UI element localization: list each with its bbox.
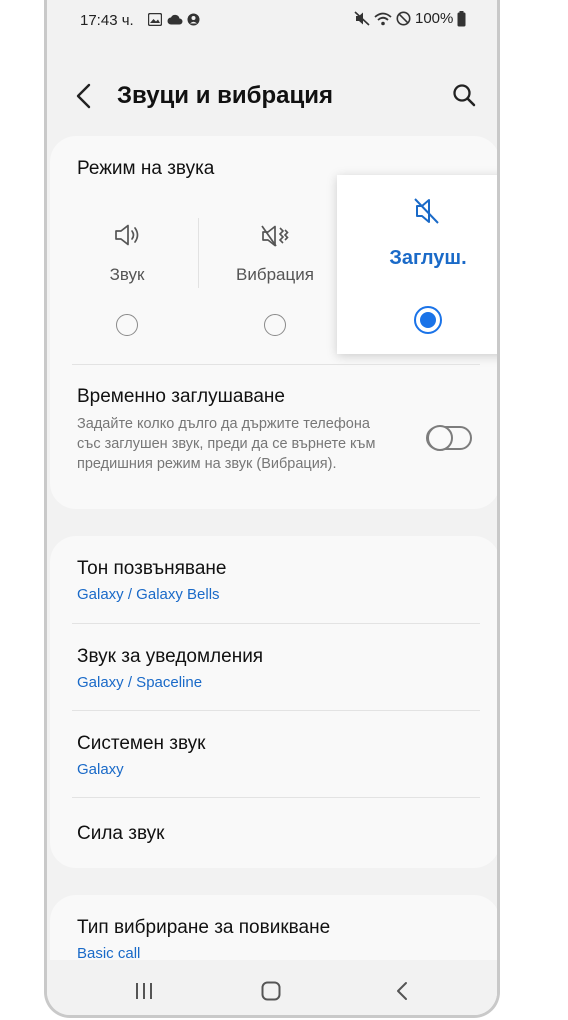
mode-vibrate-option[interactable]: Вибрация xyxy=(215,215,335,345)
recent-apps-icon[interactable] xyxy=(134,982,154,1000)
mute-status-icon xyxy=(354,11,370,26)
ringtone-subtitle: Galaxy / Galaxy Bells xyxy=(77,586,220,603)
battery-percent: 100% xyxy=(415,10,454,27)
temp-mute-title: Временно заглушаване xyxy=(77,386,285,407)
temp-mute-row[interactable]: Временно заглушаване Задайте колко дълго… xyxy=(50,370,497,500)
navigation-bar xyxy=(47,960,497,1015)
divider xyxy=(72,797,480,798)
mode-vibrate-radio[interactable] xyxy=(264,314,286,336)
mode-sound-label: Звук xyxy=(109,265,145,284)
mode-divider xyxy=(198,218,199,288)
call-vibration-row[interactable]: Тип вибриране за повикване Basic call xyxy=(50,903,497,963)
mute-icon xyxy=(414,198,439,224)
notification-sound-row[interactable]: Звук за уведомления Galaxy / Spaceline xyxy=(50,632,497,712)
cloud-notification-icon xyxy=(167,14,183,25)
system-sound-subtitle: Galaxy xyxy=(77,761,124,778)
volume-row[interactable]: Сила звук xyxy=(50,805,497,865)
gallery-notification-icon xyxy=(148,13,162,26)
mode-mute-label: Заглуш. xyxy=(389,247,467,269)
vibrate-icon xyxy=(261,225,289,247)
notification-sound-title: Звук за уведомления xyxy=(77,646,264,667)
status-right: 100% xyxy=(354,10,466,27)
status-bar: 17:43 ч. 100% xyxy=(47,0,497,40)
temp-mute-toggle[interactable] xyxy=(426,425,472,451)
system-sound-row[interactable]: Системен звук Galaxy xyxy=(50,719,497,799)
call-vibration-title: Тип вибриране за повикване xyxy=(77,917,331,938)
back-arrow-icon[interactable] xyxy=(75,83,93,109)
temp-mute-description: Задайте колко дълго да държите телефона … xyxy=(77,416,376,472)
page-title: Звуци и вибрация xyxy=(117,82,333,109)
volume-title: Сила звук xyxy=(77,823,165,844)
mode-sound-radio[interactable] xyxy=(116,314,138,336)
mode-sound-option[interactable]: Звук xyxy=(67,215,187,345)
ringtone-row[interactable]: Тон позвъняване Galaxy / Galaxy Bells xyxy=(50,544,497,624)
sound-mode-label: Режим на звука xyxy=(77,158,215,179)
phone-screen: 17:43 ч. 100% Звуци и вибрация Режим на … xyxy=(44,0,500,1018)
toggle-knob xyxy=(427,425,453,451)
account-notification-icon xyxy=(187,13,200,26)
divider xyxy=(72,623,480,624)
mode-vibrate-label: Вибрация xyxy=(236,265,314,284)
no-disturb-status-icon xyxy=(396,11,411,26)
mode-mute-option[interactable]: Заглуш. xyxy=(337,175,497,354)
search-icon[interactable] xyxy=(452,83,476,107)
home-icon[interactable] xyxy=(261,981,281,1001)
ringtone-title: Тон позвъняване xyxy=(77,558,227,579)
nav-back-icon[interactable] xyxy=(395,981,409,1001)
divider xyxy=(72,710,480,711)
divider xyxy=(72,364,480,365)
system-sound-title: Системен звук xyxy=(77,733,206,754)
mode-mute-radio[interactable] xyxy=(414,306,442,334)
speaker-icon xyxy=(115,224,139,246)
battery-icon xyxy=(457,10,466,26)
status-time: 17:43 ч. xyxy=(80,12,134,29)
notification-sound-subtitle: Galaxy / Spaceline xyxy=(77,674,203,691)
wifi-status-icon xyxy=(374,12,392,25)
